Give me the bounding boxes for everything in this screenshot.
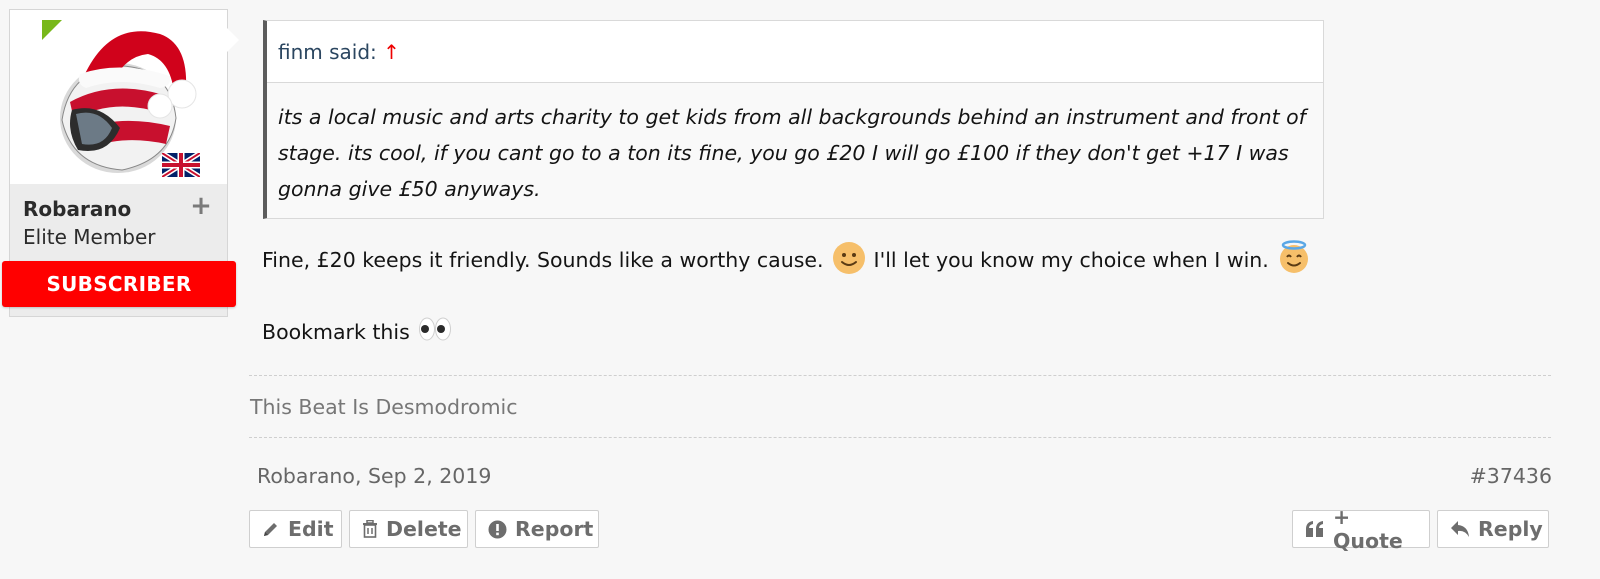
quote-block: finm said: ↑ its a local music and arts … <box>263 20 1324 219</box>
message-text: Bookmark this <box>262 320 410 344</box>
reply-arrow-icon <box>1450 520 1470 538</box>
follow-plus-button[interactable]: + <box>190 193 212 219</box>
report-label: Report <box>515 517 594 541</box>
reply-button[interactable]: Reply <box>1437 510 1549 548</box>
smile-emoji-icon <box>832 242 865 274</box>
reply-label: Reply <box>1478 517 1543 541</box>
online-indicator-icon <box>42 20 62 40</box>
edit-button[interactable]: Edit <box>249 510 342 548</box>
quote-marks-icon <box>1305 520 1325 538</box>
user-title: Elite Member <box>23 225 156 249</box>
username[interactable]: Robarano <box>23 197 131 221</box>
message-text: I'll let you know my choice when I win. <box>873 248 1269 272</box>
message-line: Bookmark this <box>262 316 452 348</box>
user-card: Robarano + Elite Member SUBSCRIBER <box>2 9 236 317</box>
jump-to-quote-arrow-icon[interactable]: ↑ <box>383 40 400 64</box>
quote-text: its a local music and arts charity to ge… <box>278 105 1306 201</box>
signature-divider <box>249 375 1551 376</box>
quote-button[interactable]: + Quote <box>1292 505 1430 553</box>
quote-author[interactable]: finm said: <box>278 40 377 64</box>
signature: This Beat Is Desmodromic <box>250 395 518 419</box>
trash-icon <box>362 519 378 538</box>
angel-emoji-icon <box>1279 240 1308 273</box>
post-number-link[interactable]: #37436 <box>1470 464 1552 488</box>
signature-divider <box>249 437 1551 438</box>
post-author-date[interactable]: Robarano, Sep 2, 2019 <box>257 464 491 488</box>
quote-header: finm said: ↑ <box>267 21 1323 83</box>
message-text: Fine, £20 keeps it friendly. Sounds like… <box>262 248 824 272</box>
quote-label: + Quote <box>1333 505 1403 553</box>
delete-button[interactable]: Delete <box>349 510 468 548</box>
subscriber-badge: SUBSCRIBER <box>2 261 236 307</box>
message-line: Fine, £20 keeps it friendly. Sounds like… <box>262 240 1311 280</box>
edit-label: Edit <box>288 517 334 541</box>
report-button[interactable]: Report <box>475 510 599 548</box>
user-card-pointer <box>227 28 239 52</box>
uk-flag-icon <box>162 153 200 177</box>
delete-label: Delete <box>386 517 462 541</box>
exclamation-circle-icon <box>488 520 507 539</box>
eyes-emoji-icon <box>418 317 451 341</box>
pencil-icon <box>262 520 280 538</box>
